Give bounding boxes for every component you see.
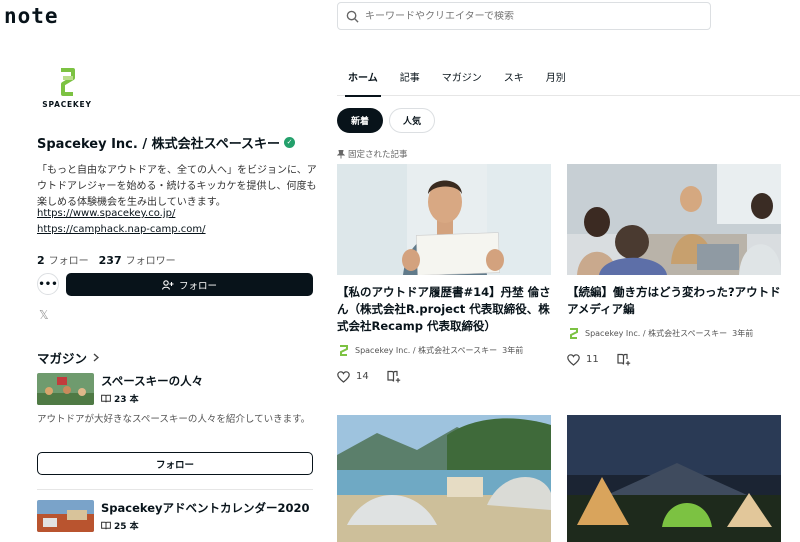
add-to-magazine-icon[interactable] (387, 370, 401, 383)
tab-home[interactable]: ホーム (337, 60, 389, 97)
tab-magazines[interactable]: マガジン (431, 60, 493, 96)
book-icon (101, 394, 111, 403)
search-icon (346, 10, 359, 23)
author-avatar-icon (570, 328, 578, 339)
divider (37, 489, 313, 490)
tab-likes[interactable]: スキ (493, 60, 535, 96)
tab-articles[interactable]: 記事 (389, 60, 431, 96)
add-user-icon (161, 279, 174, 290)
note-logo[interactable]: note (4, 4, 59, 28)
search-box[interactable] (337, 2, 711, 30)
article-title[interactable]: 【続編】働き方はどう変わった?アウトドアメディア編 (567, 284, 781, 318)
article-thumbnail[interactable] (337, 164, 551, 275)
article-age: 3年前 (502, 346, 524, 355)
like-count: 11 (586, 354, 599, 365)
profile-link-camphack[interactable]: https://camphack.nap-camp.com/ (37, 224, 206, 235)
article-card[interactable]: 【続編】働き方はどう変わった?アウトドアメディア編 Spacekey Inc. … (567, 164, 781, 366)
author-name[interactable]: Spacekey Inc. / 株式会社スペースキー (355, 345, 497, 356)
magazine-heading[interactable]: マガジン (37, 348, 100, 367)
pinned-label-text: 固定された記事 (348, 150, 408, 160)
magazine-item[interactable]: Spacekeyアドベントカレンダー2020 25 本 (37, 500, 310, 532)
magazine-item[interactable]: スペースキーの人々 23 本 (37, 373, 203, 405)
follow-stats: 2 フォロー 237 フォロワー (37, 252, 176, 267)
like-count: 14 (356, 371, 369, 382)
brand-logo: SPACEKEY (37, 68, 97, 109)
article-card[interactable]: 【私のアウトドア履歴書#14】丹埜 倫さん（株式会社R.project 代表取締… (337, 164, 551, 383)
pin-icon (337, 149, 345, 158)
author-avatar-icon (340, 345, 348, 356)
follow-label[interactable]: フォロー (49, 252, 89, 267)
spacekey-logo-icon (61, 68, 75, 96)
magazine-count-text: 25 本 (114, 522, 139, 532)
x-icon[interactable]: 𝕏 (39, 308, 49, 322)
verified-icon: ✓ (284, 137, 296, 148)
search-input[interactable] (365, 10, 665, 22)
follower-count[interactable]: 237 (99, 254, 122, 267)
article-age: 3年前 (732, 329, 754, 338)
tab-monthly[interactable]: 月別 (535, 60, 577, 96)
follow-button-label: フォロー (178, 280, 217, 292)
magazine-title[interactable]: スペースキーの人々 (101, 373, 203, 389)
article-author[interactable]: Spacekey Inc. / 株式会社スペースキー 3年前 (567, 327, 781, 340)
magazine-count: 23 本 (101, 392, 203, 405)
article-author[interactable]: Spacekey Inc. / 株式会社スペースキー 3年前 (337, 344, 551, 357)
brand-name: SPACEKEY (42, 100, 92, 109)
profile-link-spacekey[interactable]: https://www.spacekey.co.jp/ (37, 208, 175, 219)
filter-popular-button[interactable]: 人気 (389, 108, 435, 133)
follower-label[interactable]: フォロワー (126, 252, 176, 267)
magazine-heading-label: マガジン (37, 351, 88, 366)
filter-new-button[interactable]: 新着 (337, 108, 383, 133)
article-thumbnail[interactable] (337, 415, 551, 542)
book-icon (101, 521, 111, 530)
heart-icon[interactable] (567, 353, 580, 366)
article-actions: 11 (567, 353, 781, 366)
magazine-count: 25 本 (101, 519, 310, 532)
profile-name: Spacekey Inc. / 株式会社スペースキー ✓ (37, 133, 296, 152)
chevron-right-icon (93, 353, 100, 362)
magazine-thumbnail (37, 500, 94, 532)
article-thumbnail[interactable] (567, 415, 781, 542)
article-thumbnail[interactable] (567, 164, 781, 275)
magazine-description: アウトドアが大好きなスペースキーの人々を紹介していきます。 (37, 414, 311, 425)
more-options-button[interactable]: ••• (37, 273, 59, 295)
magazine-follow-button[interactable]: フォロー (37, 452, 313, 475)
profile-tabs: ホーム 記事 マガジン スキ 月別 (337, 60, 800, 97)
author-name[interactable]: Spacekey Inc. / 株式会社スペースキー (585, 328, 727, 339)
follow-button[interactable]: フォロー (66, 273, 313, 296)
magazine-title[interactable]: Spacekeyアドベントカレンダー2020 (101, 500, 310, 516)
magazine-count-text: 23 本 (114, 395, 139, 405)
add-to-magazine-icon[interactable] (617, 353, 631, 366)
article-actions: 14 (337, 370, 551, 383)
follow-count[interactable]: 2 (37, 254, 45, 267)
pinned-label: 固定された記事 (337, 148, 408, 160)
magazine-thumbnail (37, 373, 94, 405)
heart-icon[interactable] (337, 370, 350, 383)
article-title[interactable]: 【私のアウトドア履歴書#14】丹埜 倫さん（株式会社R.project 代表取締… (337, 284, 551, 335)
profile-name-text: Spacekey Inc. / 株式会社スペースキー (37, 137, 281, 152)
profile-bio: 「もっと自由なアウトドアを、全ての人へ」をビジョンに、アウトドアレジャーを始める… (37, 165, 317, 208)
